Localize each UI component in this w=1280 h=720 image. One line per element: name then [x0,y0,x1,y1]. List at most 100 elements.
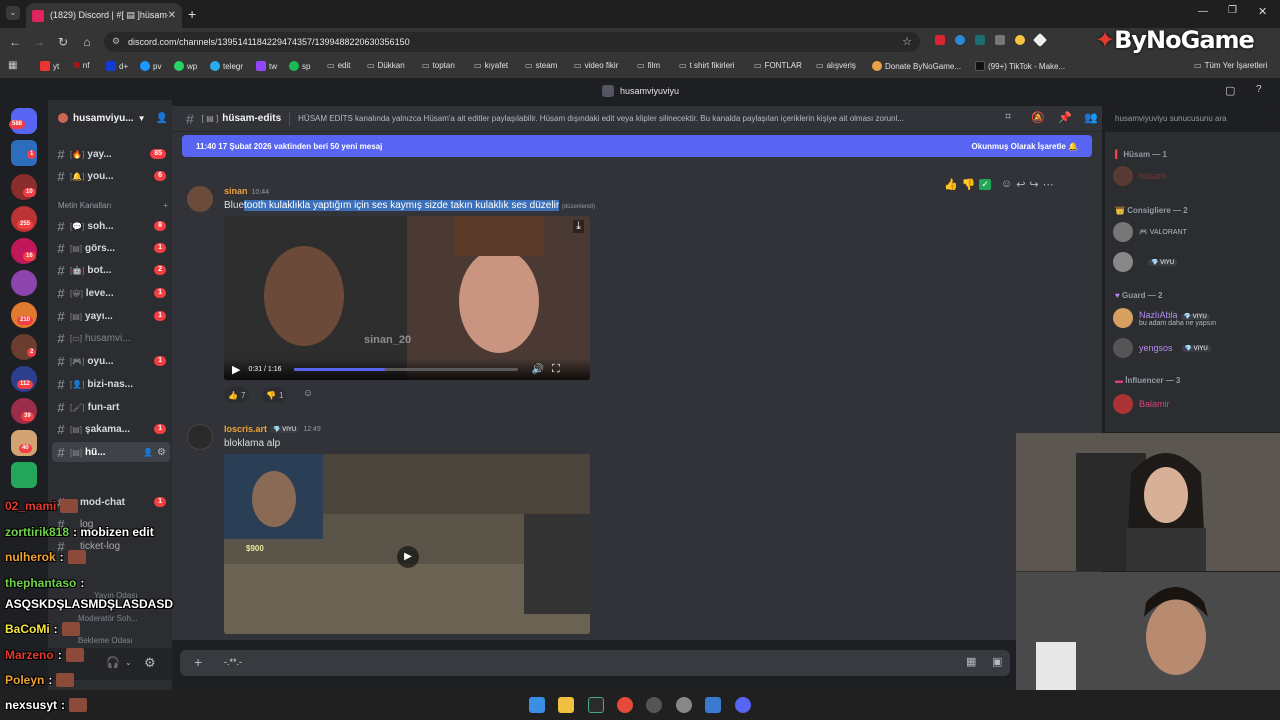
bookmark-item[interactable]: pv [140,61,161,71]
gif-icon[interactable]: ▣ [992,655,1002,668]
thumbs-down-icon[interactable]: 👎 [962,178,976,191]
author-name[interactable]: sinan [224,186,248,196]
bookmark-item[interactable]: Nnf [74,61,89,70]
server-icon[interactable] [11,270,37,296]
member-item[interactable]: NazlıAbla 💎 VIYU bu adam daha ne yapsın [1113,308,1216,328]
chrome-icon[interactable] [617,697,633,713]
site-info-icon[interactable]: ⚙ [112,36,120,47]
add-channel-icon[interactable]: + [163,201,168,210]
avatar[interactable] [187,186,213,212]
back-arrow-icon[interactable]: ← [6,33,24,51]
member-item[interactable]: 💎 VIYU [1113,252,1178,272]
windows-start-icon[interactable] [529,697,545,713]
message-input[interactable]: -.**.- [224,657,242,667]
restore-button[interactable]: ❐ [1228,5,1237,16]
bookmark-folder[interactable]: ▭ alışveriş [816,61,856,70]
url-field[interactable]: ⚙ discord.com/channels/13951411842294743… [104,32,920,52]
apps-grid-icon[interactable]: ▦ [8,60,17,71]
bookmark-folder[interactable]: ▭ edit [327,61,350,70]
channel-topic[interactable]: HÜSAM EDİTS kanalında yalnızca Hüsam'a a… [298,114,978,123]
search-input[interactable]: husamviyuviyu sunucusunu ara [1110,109,1272,127]
download-icon[interactable]: ⤓ [573,220,584,233]
channel-item[interactable]: # [▤] şakama... 1 [52,419,170,439]
member-item[interactable]: Balamir [1113,394,1170,414]
extension-icon[interactable] [1015,35,1025,45]
bookmark-item[interactable]: telegr [210,61,243,71]
channel-item[interactable]: # [🖌] fun-art [52,397,170,417]
member-list-icon[interactable]: 👥 [1084,111,1098,124]
reaction-thumbs-up[interactable]: 👍 7 [224,387,250,403]
member-item[interactable]: 🎮 VALORANT [1113,222,1187,242]
bookmark-folder[interactable]: ▭ steam [525,61,557,70]
app-icon[interactable] [705,697,721,713]
play-icon[interactable]: ▶ [232,363,240,376]
voice-channel[interactable]: Moderatör Soh... [78,614,138,623]
bookmark-folder[interactable]: ▭ kıyafet [474,61,508,70]
bookmark-folder[interactable]: ▭ video fikir [574,61,618,70]
bookmark-folder[interactable]: ▭ FONTLAR [754,61,802,70]
gift-icon[interactable]: ▦ [966,655,976,668]
author-name[interactable]: loscris.art [224,424,267,434]
obs-icon[interactable] [646,697,662,713]
channel-item[interactable]: # [💬] soh... 8 [52,216,170,236]
channel-item[interactable]: # [▤] görs... 1 [52,238,170,258]
category-header[interactable]: Metin Kanalları + [58,201,168,210]
extension-icon[interactable] [975,35,985,45]
server-icon[interactable]: 1 [11,140,37,166]
message-composer[interactable]: + -.**.- ▦ ▣ [180,650,1010,676]
channel-item[interactable]: # [▭] husamvi... [52,328,170,348]
server-icon[interactable]: 39 [11,398,37,424]
threads-icon[interactable]: ⌗ [1005,111,1011,124]
avatar[interactable] [187,424,213,450]
mark-as-read-button[interactable]: Okunmuş Olarak İşaretle 🔔 [972,142,1078,151]
add-attachment-icon[interactable]: + [194,654,202,670]
server-icon[interactable]: 255 [11,206,37,232]
settings-gear-icon[interactable]: ⚙ [144,655,156,671]
bookmark-item[interactable]: (99+) TikTok - Make... [975,61,1065,71]
member-item[interactable]: hüsam [1113,166,1166,186]
app-icon[interactable] [676,697,692,713]
close-window-button[interactable]: ✕ [1258,5,1267,18]
all-bookmarks-folder[interactable]: ▭ Tüm Yer İşaretleri [1194,61,1267,70]
video-player[interactable]: $900 ▶ [224,454,590,634]
new-messages-bar[interactable]: 11:40 17 Şubat 2026 vaktinden beri 50 ye… [182,135,1092,157]
extension-icon[interactable] [935,35,945,45]
extension-icon[interactable] [995,35,1005,45]
notifications-muted-icon[interactable]: 🔕 [1031,111,1045,124]
add-member-icon[interactable]: 👤 [156,113,168,124]
server-header[interactable]: husamviyu... ▼ 👤 [58,110,170,126]
bookmark-item[interactable]: sp [289,61,310,71]
bookmark-folder[interactable]: ▭ Dükkan [367,61,405,70]
play-button[interactable]: ▶ [397,546,419,568]
thumbs-up-icon[interactable]: 👍 [944,178,958,191]
add-reaction-icon[interactable]: ☺ [303,388,313,399]
channel-item[interactable]: # [😀] leve... 1 [52,283,170,303]
minimize-button[interactable]: — [1198,6,1208,17]
server-icon[interactable] [11,462,37,488]
new-tab-button[interactable]: + [188,6,196,22]
video-player[interactable]: sinan_20 ⤓ ▶ 0:31 / 1:16 🔊 ⛶ [224,216,590,380]
server-icon[interactable]: 10 [11,174,37,200]
bookmark-folder[interactable]: ▭ film [637,61,660,70]
volume-icon[interactable]: 🔊 [532,364,544,375]
extension-icon[interactable] [955,35,965,45]
add-reaction-icon[interactable]: ☺ [1001,178,1012,190]
extension-icon[interactable] [1032,32,1048,48]
channel-item[interactable]: # [🎮] oyu... 1 [52,351,170,371]
channel-item-active[interactable]: # [▤] hü... 👤 ⚙ [52,442,170,462]
reply-icon[interactable]: ↩ [1016,178,1025,191]
invite-icon[interactable]: 👤 [143,448,153,457]
channel-item[interactable]: # [👤] bizi-nas... [52,374,170,394]
server-icon[interactable]: 40 [11,430,37,456]
checkmark-icon[interactable]: ✓ [979,178,991,190]
reload-icon[interactable]: ↻ [54,33,72,51]
help-icon[interactable]: ? [1256,84,1262,95]
voice-channel[interactable]: Bekleme Odası [78,636,133,645]
bookmark-item[interactable]: Donate ByNoGame... [872,61,961,71]
fullscreen-icon[interactable]: ⛶ [552,363,560,376]
more-options-icon[interactable]: ⋯ [1043,178,1054,191]
inbox-icon[interactable]: ▢ [1225,84,1235,97]
forward-arrow-icon[interactable]: → [30,33,48,51]
discord-taskbar-icon[interactable] [735,697,751,713]
member-item[interactable]: yengsos 💎 VIYU [1113,338,1211,358]
